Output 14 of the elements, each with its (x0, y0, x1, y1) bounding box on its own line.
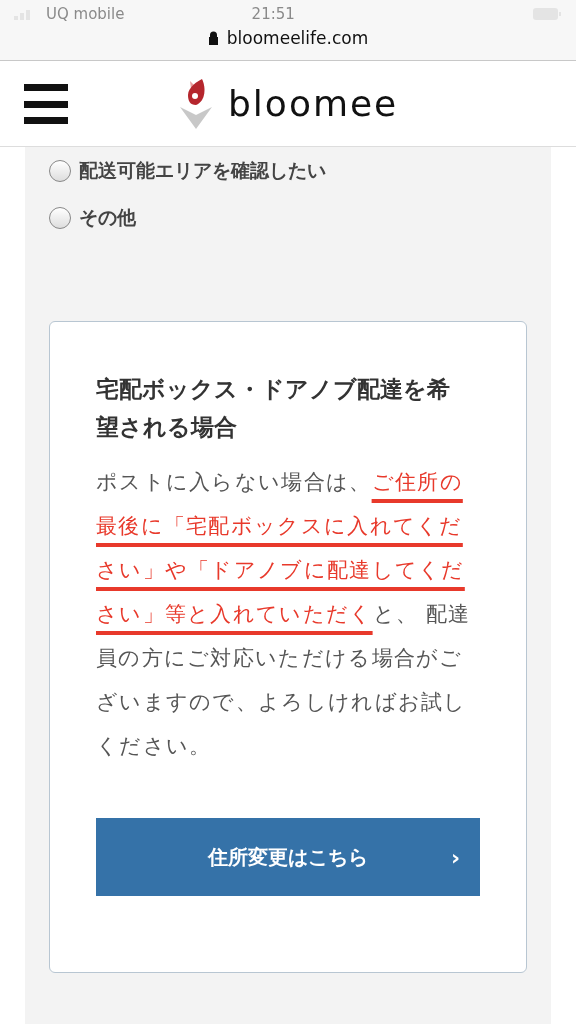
radio-button[interactable] (49, 159, 71, 182)
radio-button[interactable] (49, 206, 71, 229)
flower-logo-icon (180, 78, 212, 129)
carrier-name: UQ mobile (46, 5, 125, 23)
option-label[interactable]: 配送可能エリアを確認したい (79, 157, 326, 184)
address-change-button[interactable]: 住所変更はこちら › (96, 818, 480, 896)
option-label[interactable]: その他 (79, 204, 136, 231)
menu-icon[interactable] (24, 83, 68, 124)
clock-time: 21:51 (250, 5, 296, 23)
card-title: 宅配ボックス・ドアノブ配達を希望される場合 (96, 375, 451, 442)
logo-text: bloomee (228, 83, 399, 124)
card-paragraph: ポストに入らない場合は、ご住所の最後に「宅配ボックスに入れてください」や「ドアノブに配達してください」等と入れていただく と、 配達員の方にご対応いただける場合がございますので、よろしければお試しください。 (96, 469, 472, 760)
url-text[interactable]: bloomeelife.com (226, 28, 369, 48)
lock-icon (207, 31, 219, 45)
